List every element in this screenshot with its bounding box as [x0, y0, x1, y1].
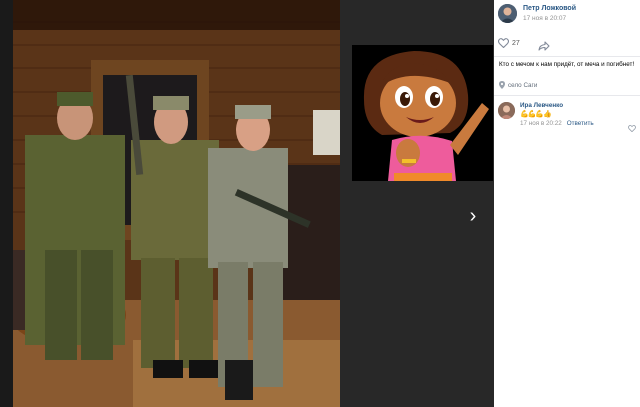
comment-text: 💪💪💪👍 [520, 111, 552, 118]
post-caption: Кто с мечом к нам придёт, от меча и поги… [499, 61, 635, 68]
comment-like-button[interactable] [628, 119, 636, 137]
post-side-panel: Петр Ложковой 17 ноя в 20:07 27 Кто с ме… [494, 0, 640, 407]
like-button[interactable]: 27 [498, 38, 520, 48]
next-photo-arrow-icon[interactable]: › [462, 200, 484, 232]
divider [494, 95, 640, 96]
post-date[interactable]: 17 ноя в 20:07 [523, 15, 566, 22]
post-location[interactable]: село Саги [499, 81, 537, 89]
reply-button[interactable]: Ответить [567, 120, 594, 127]
comment-item: Ира Левченко 💪💪💪👍 17 ноя в 20:22 Ответить [498, 102, 636, 133]
photo-viewer: › Петр Ложковой 17 ноя в 20:07 27 Кто с … [0, 0, 640, 407]
dora-sticker-image [352, 45, 493, 181]
post-actions: 27 [498, 38, 636, 51]
comment-meta: 17 ноя в 20:22 Ответить [520, 120, 594, 127]
heart-icon [498, 38, 509, 48]
commenter-name-link[interactable]: Ира Левченко [520, 102, 563, 109]
location-label: село Саги [508, 81, 538, 89]
main-photo[interactable] [13, 0, 340, 407]
location-pin-icon [499, 81, 505, 89]
viewer-left-strip [0, 0, 13, 407]
author-name-link[interactable]: Петр Ложковой [523, 5, 576, 12]
like-count: 27 [512, 39, 520, 47]
comment-date[interactable]: 17 ноя в 20:22 [520, 120, 562, 127]
author-avatar[interactable] [498, 4, 517, 23]
commenter-avatar[interactable] [498, 102, 515, 119]
share-icon [538, 41, 550, 51]
comment-like-icon [628, 125, 636, 133]
divider [494, 56, 640, 57]
share-button[interactable] [538, 38, 550, 56]
post-author-header: Петр Ложковой 17 ноя в 20:07 [498, 4, 636, 26]
